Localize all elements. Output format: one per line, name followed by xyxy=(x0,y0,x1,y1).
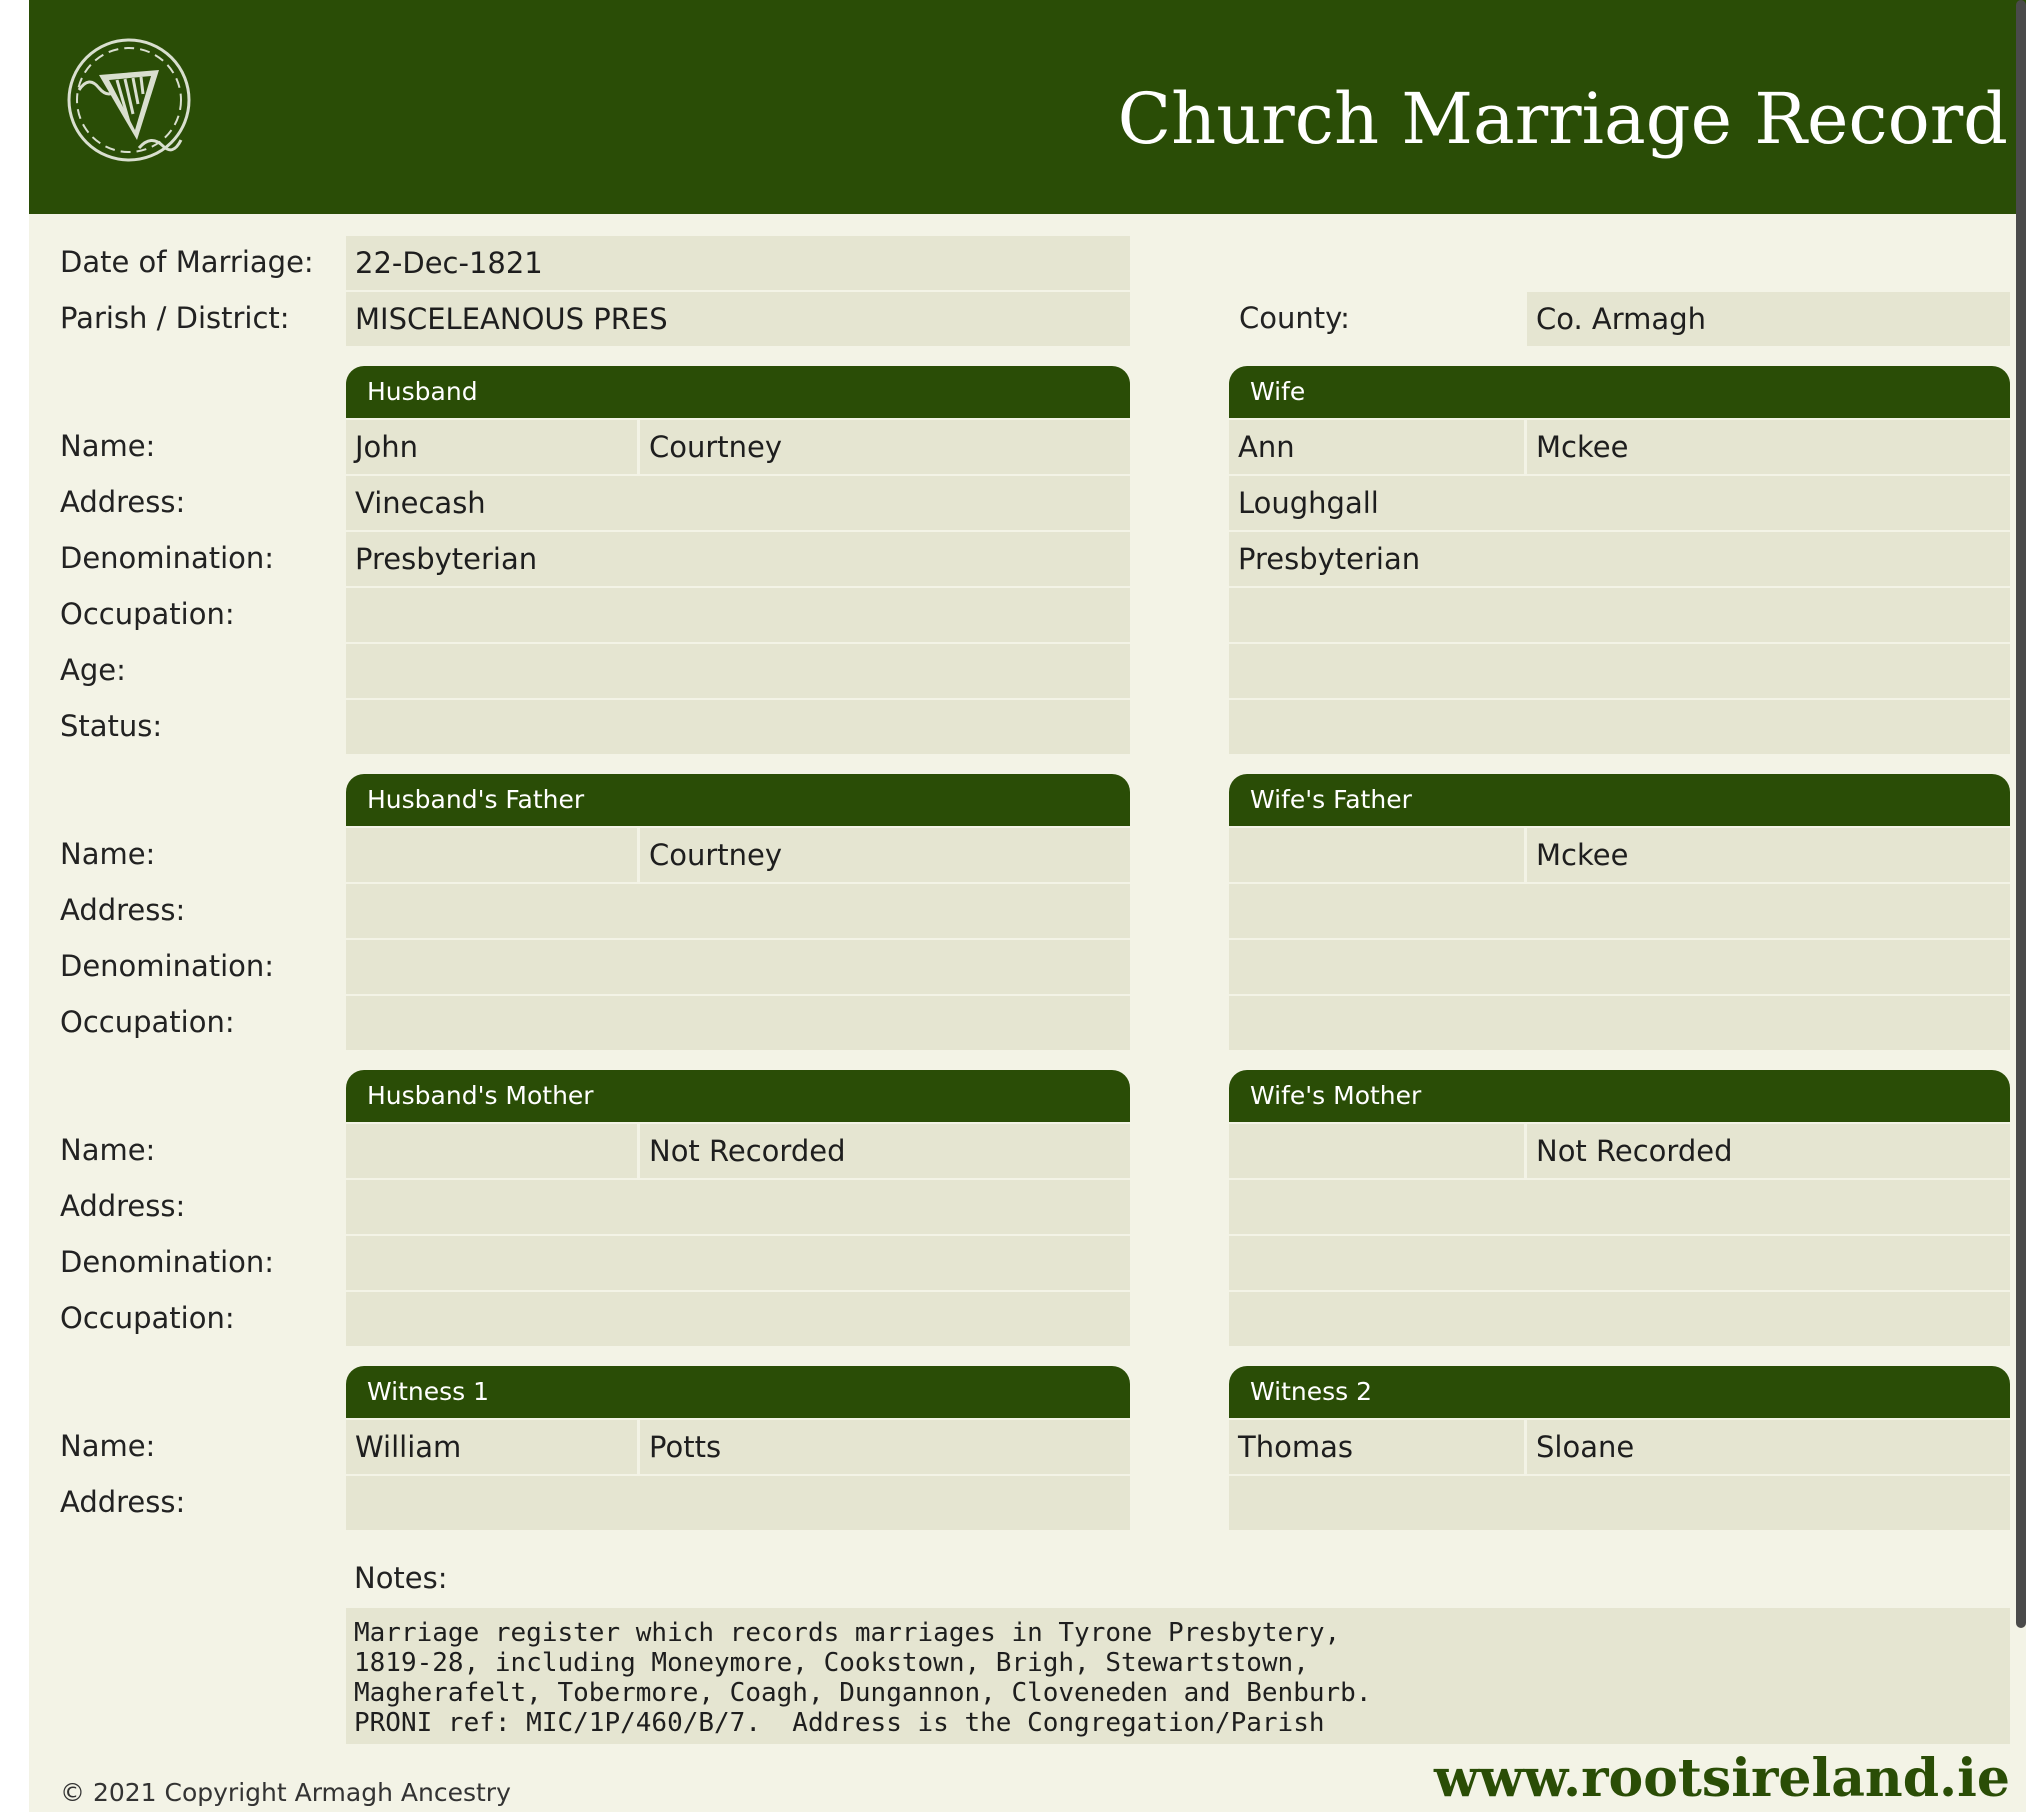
notes-text: Marriage register which records marriage… xyxy=(346,1608,2010,1744)
husband-name-label: Name: xyxy=(60,429,156,463)
witness1-address xyxy=(346,1476,1130,1530)
mother-denomination-label: Denomination: xyxy=(60,1245,275,1279)
harp-logo-icon xyxy=(67,38,191,162)
husband-address: Vinecash xyxy=(346,476,1130,530)
wifes-father-first-name xyxy=(1229,828,1524,882)
witness2-surname: Sloane xyxy=(1527,1420,2010,1474)
husbands-father-occupation xyxy=(346,996,1130,1050)
notes-label: Notes: xyxy=(354,1561,448,1595)
wifes-mother-denomination xyxy=(1229,1236,2010,1290)
husband-status-label: Status: xyxy=(60,709,163,743)
copyright-text: © 2021 Copyright Armagh Ancestry xyxy=(60,1778,511,1807)
wife-status xyxy=(1229,700,2010,754)
parish-label: Parish / District: xyxy=(60,301,290,335)
witness-address-label: Address: xyxy=(60,1485,186,1519)
wifes-father-section-header: Wife's Father xyxy=(1229,774,2010,826)
wifes-father-surname: Mckee xyxy=(1527,828,2010,882)
parish-value: MISCELEANOUS PRES xyxy=(346,292,1130,346)
father-address-label: Address: xyxy=(60,893,186,927)
husbands-mother-surname: Not Recorded xyxy=(640,1124,1130,1178)
husbands-mother-address xyxy=(346,1180,1130,1234)
witness1-section-header: Witness 1 xyxy=(346,1366,1130,1418)
husband-first-name: John xyxy=(346,420,637,474)
wifes-mother-address xyxy=(1229,1180,2010,1234)
record-header: Church Marriage Record xyxy=(29,0,2026,214)
wifes-father-denomination xyxy=(1229,940,2010,994)
wifes-father-address xyxy=(1229,884,2010,938)
father-occupation-label: Occupation: xyxy=(60,1005,235,1039)
witness2-first-name: Thomas xyxy=(1229,1420,1524,1474)
husband-denomination-label: Denomination: xyxy=(60,541,275,575)
wife-section-header: Wife xyxy=(1229,366,2010,418)
husbands-mother-first-name xyxy=(346,1124,637,1178)
wife-age xyxy=(1229,644,2010,698)
marriage-record-card: Church Marriage Record Date of Marriage:… xyxy=(29,0,2026,1812)
husbands-father-first-name xyxy=(346,828,637,882)
husbands-father-address xyxy=(346,884,1130,938)
date-of-marriage-label: Date of Marriage: xyxy=(60,245,314,279)
father-denomination-label: Denomination: xyxy=(60,949,275,983)
witness2-section-header: Witness 2 xyxy=(1229,1366,2010,1418)
husband-age-label: Age: xyxy=(60,653,126,687)
husbands-mother-occupation xyxy=(346,1292,1130,1346)
husbands-father-surname: Courtney xyxy=(640,828,1130,882)
husband-age xyxy=(346,644,1130,698)
wife-surname: Mckee xyxy=(1527,420,2010,474)
county-label: County: xyxy=(1239,301,1350,335)
husbands-mother-denomination xyxy=(346,1236,1130,1290)
mother-occupation-label: Occupation: xyxy=(60,1301,235,1335)
wife-address: Loughgall xyxy=(1229,476,2010,530)
wifes-mother-first-name xyxy=(1229,1124,1524,1178)
mother-name-label: Name: xyxy=(60,1133,156,1167)
husbands-father-denomination xyxy=(346,940,1130,994)
wife-occupation xyxy=(1229,588,2010,642)
website-link[interactable]: www.rootsireland.ie xyxy=(1434,1750,2010,1807)
wife-denomination: Presbyterian xyxy=(1229,532,2010,586)
husband-occupation-label: Occupation: xyxy=(60,597,235,631)
husband-section-header: Husband xyxy=(346,366,1130,418)
husband-status xyxy=(346,700,1130,754)
husband-address-label: Address: xyxy=(60,485,186,519)
page-title: Church Marriage Record xyxy=(1117,78,2008,160)
wifes-mother-section-header: Wife's Mother xyxy=(1229,1070,2010,1122)
witness-name-label: Name: xyxy=(60,1429,156,1463)
date-of-marriage-value: 22-Dec-1821 xyxy=(346,236,1130,290)
husband-denomination: Presbyterian xyxy=(346,532,1130,586)
witness1-surname: Potts xyxy=(640,1420,1130,1474)
wifes-mother-surname: Not Recorded xyxy=(1527,1124,2010,1178)
wifes-mother-occupation xyxy=(1229,1292,2010,1346)
witness1-first-name: William xyxy=(346,1420,637,1474)
mother-address-label: Address: xyxy=(60,1189,186,1223)
county-value: Co. Armagh xyxy=(1527,292,2010,346)
witness2-address xyxy=(1229,1476,2010,1530)
wifes-father-occupation xyxy=(1229,996,2010,1050)
husband-occupation xyxy=(346,588,1130,642)
husbands-mother-section-header: Husband's Mother xyxy=(346,1070,1130,1122)
scrollbar[interactable] xyxy=(2016,0,2026,1628)
father-name-label: Name: xyxy=(60,837,156,871)
husband-surname: Courtney xyxy=(640,420,1130,474)
wife-first-name: Ann xyxy=(1229,420,1524,474)
husbands-father-section-header: Husband's Father xyxy=(346,774,1130,826)
